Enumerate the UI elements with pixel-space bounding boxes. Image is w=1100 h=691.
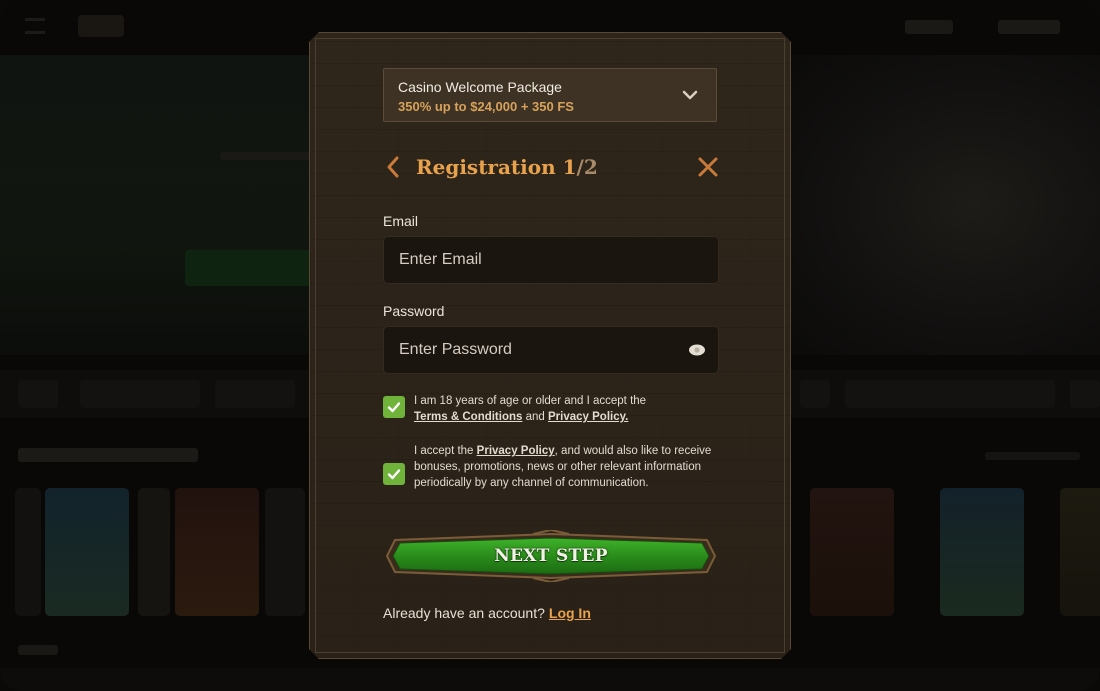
hero-cta-dimmed [185, 250, 320, 286]
email-field-wrapper [383, 236, 719, 284]
section-link-dimmed [985, 452, 1080, 460]
email-field[interactable] [384, 237, 718, 283]
marketing-privacy-policy-link[interactable]: Privacy Policy [477, 445, 555, 457]
bonus-select[interactable]: Casino Welcome Package 350% up to $24,00… [383, 68, 717, 122]
checkmark-icon [386, 466, 402, 482]
category-chip [1070, 380, 1100, 408]
game-card [940, 488, 1024, 616]
game-card [15, 488, 41, 616]
site-logo [78, 15, 124, 37]
sign-in-button-dimmed [905, 20, 953, 34]
bonus-title: Casino Welcome Package [398, 79, 562, 95]
bonus-subtitle: 350% up to $24,000 + 350 FS [398, 99, 574, 114]
category-chip [845, 380, 1055, 408]
hero-banner-left [0, 55, 320, 355]
age-consent-label: I am 18 years of age or older and I acce… [414, 395, 647, 407]
next-step-button[interactable]: NEXT STEP [383, 530, 719, 582]
terms-link[interactable]: Terms & Conditions [414, 411, 522, 423]
password-field-wrapper [383, 326, 719, 374]
section-title-dimmed [18, 448, 198, 462]
hero-subtitle-dimmed [220, 152, 320, 160]
email-label: Email [383, 213, 419, 229]
game-card [45, 488, 129, 616]
eye-icon[interactable] [688, 343, 706, 357]
game-card [265, 488, 305, 616]
marketing-consent-checkbox[interactable] [383, 463, 405, 485]
marketing-consent-row: I accept the Privacy Policy, and would a… [383, 443, 719, 511]
login-prompt: Already have an account? [383, 605, 545, 621]
game-card [175, 488, 259, 616]
close-icon[interactable] [697, 156, 719, 178]
chevron-left-icon[interactable] [383, 155, 403, 179]
hero-banner-right [785, 55, 1100, 355]
password-field[interactable] [384, 327, 718, 373]
age-consent-row: I am 18 years of age or older and I acce… [383, 393, 719, 429]
age-consent-and: and [525, 411, 545, 423]
category-chip [800, 380, 830, 408]
registration-title: Registration 1/2 [416, 153, 598, 181]
game-card [1060, 488, 1100, 616]
menu-icon [25, 18, 45, 34]
login-link[interactable]: Log In [549, 605, 591, 621]
login-row: Already have an account? Log In [383, 605, 591, 621]
category-chip [215, 380, 295, 408]
section-title-dimmed [18, 645, 58, 655]
registration-header: Registration 1/2 [383, 153, 719, 181]
password-label: Password [383, 303, 445, 319]
game-card [138, 488, 170, 616]
chevron-down-icon [682, 87, 698, 103]
age-consent-checkbox[interactable] [383, 396, 405, 418]
register-button-dimmed [998, 20, 1060, 34]
marketing-consent-prefix: I accept the [414, 445, 474, 457]
next-step-label: NEXT STEP [494, 546, 608, 566]
marketing-consent-text: I accept the Privacy Policy, and would a… [414, 443, 714, 491]
game-row-dimmed [0, 668, 1100, 691]
age-consent-text: I am 18 years of age or older and I acce… [414, 393, 714, 425]
category-chip [18, 380, 58, 408]
category-chip [80, 380, 200, 408]
privacy-policy-link[interactable]: Privacy Policy. [548, 411, 628, 423]
page-frame: Casino Welcome Package 350% up to $24,00… [0, 0, 1100, 691]
game-card [810, 488, 894, 616]
checkmark-icon [386, 399, 402, 415]
registration-modal: Casino Welcome Package 350% up to $24,00… [309, 32, 791, 659]
step-total: /2 [576, 155, 598, 179]
registration-title-text: Registration 1 [416, 155, 577, 179]
